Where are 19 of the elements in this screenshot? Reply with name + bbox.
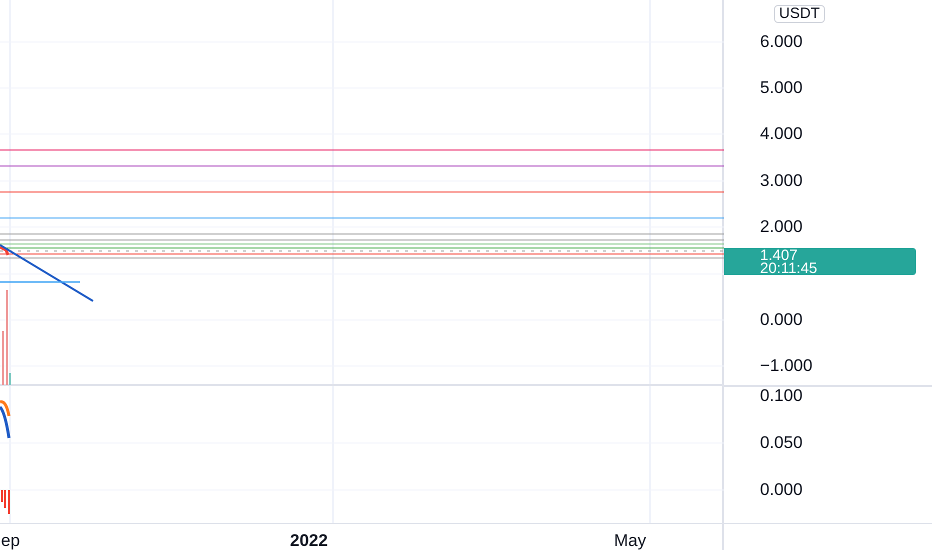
- price-axis-label: 4.000: [760, 125, 803, 143]
- price-axis-label: 5.000: [760, 79, 803, 97]
- price-axis-label: −1.000: [760, 357, 812, 375]
- indicator-axis-label: 0.100: [760, 387, 803, 405]
- time-axis-label: ep: [1, 530, 20, 550]
- price-axis-label: 3.000: [760, 172, 803, 190]
- signal-line: [0, 400, 10, 416]
- time-axis-label: 2022: [290, 530, 328, 550]
- time-axis-label: May: [614, 530, 646, 550]
- currency-label[interactable]: USDT: [774, 5, 825, 23]
- price-axis-label: 0.000: [760, 311, 803, 329]
- indicator-line: [0, 406, 10, 438]
- price-line: [0, 246, 10, 256]
- price-axis-label: 2.000: [760, 218, 803, 236]
- indicator-axis-label: 0.050: [760, 434, 803, 452]
- bar-countdown: 20:11:45: [760, 262, 818, 275]
- price-axis-label: 6.000: [760, 33, 803, 51]
- last-price: 1.407: [760, 249, 798, 262]
- indicator-axis-label: 0.000: [760, 481, 803, 499]
